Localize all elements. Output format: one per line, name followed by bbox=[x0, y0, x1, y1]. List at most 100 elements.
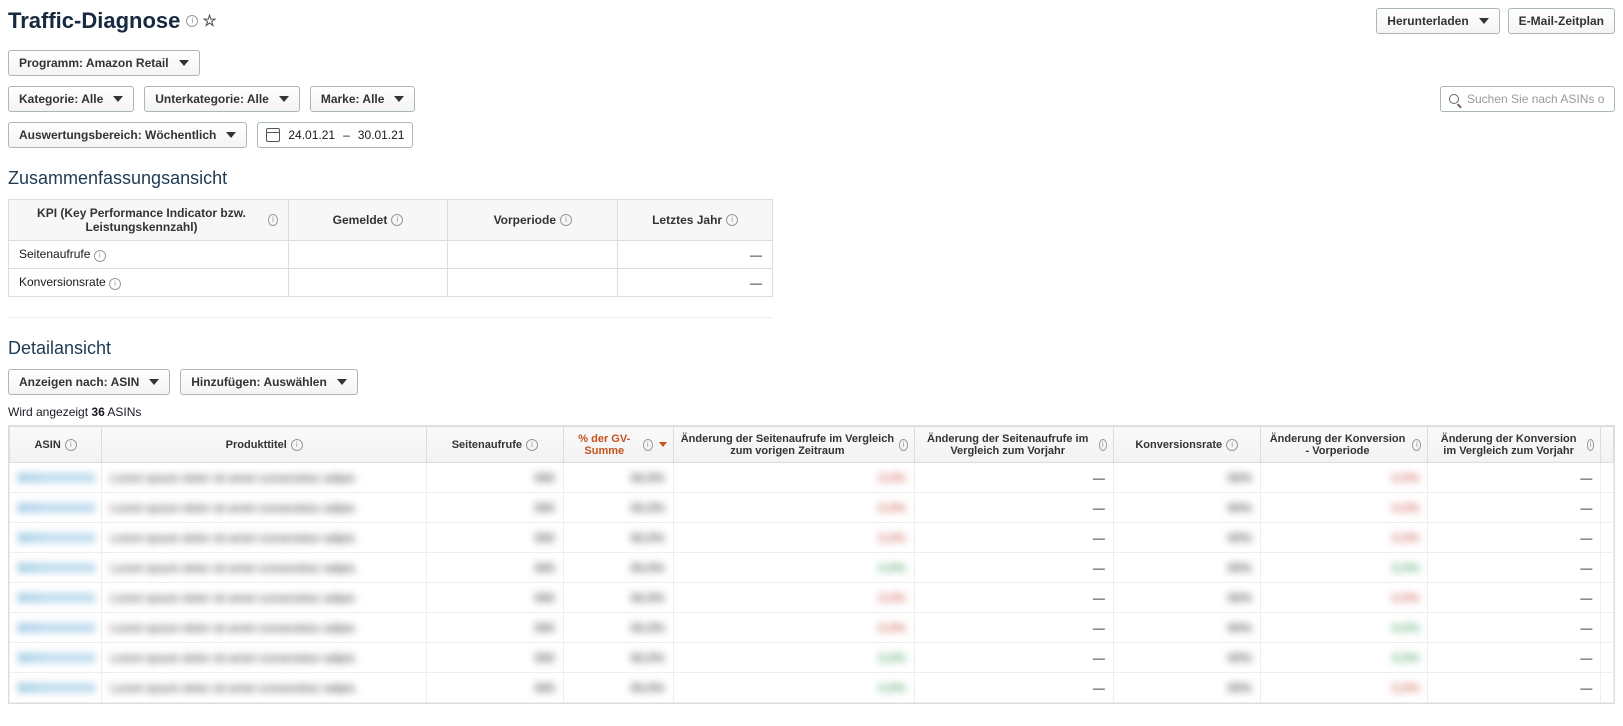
favorite-star-icon[interactable]: ☆ bbox=[202, 11, 216, 31]
cell-title: Lorem ipsum dolor sit amet consectetur a… bbox=[102, 673, 427, 703]
cell-views: 000 bbox=[427, 523, 563, 553]
search-box[interactable] bbox=[1440, 86, 1615, 112]
chevron-down-icon bbox=[149, 379, 159, 385]
info-icon[interactable] bbox=[726, 214, 738, 226]
cell-views: 000 bbox=[427, 643, 563, 673]
download-button-label: Herunterladen bbox=[1387, 14, 1468, 28]
cell-conv: 00% bbox=[1113, 553, 1260, 583]
cell-views: 000 bbox=[427, 553, 563, 583]
cell-views: 000 bbox=[427, 673, 563, 703]
cell-views: 000 bbox=[427, 463, 563, 493]
info-icon bbox=[643, 439, 653, 451]
reporting-range-filter[interactable]: Auswertungsbereich: Wöchentlich bbox=[8, 122, 247, 148]
cell-chg-yoy: — bbox=[914, 673, 1113, 703]
table-row[interactable]: B00XXXXXXXLorem ipsum dolor sit amet con… bbox=[10, 583, 1614, 613]
cell-conv-chg-prior: 0,0% bbox=[1260, 673, 1428, 703]
col-change-prior[interactable]: Änderung der Seitenaufrufe im Vergleich … bbox=[673, 427, 914, 463]
add-columns-filter[interactable]: Hinzufügen: Auswählen bbox=[180, 369, 358, 395]
email-schedule-button-label: E-Mail-Zeitplan bbox=[1519, 14, 1604, 28]
info-icon bbox=[291, 439, 303, 451]
cell-asin[interactable]: B00XXXXXXX bbox=[10, 583, 102, 613]
info-icon bbox=[65, 439, 77, 451]
show-by-filter[interactable]: Anzeigen nach: ASIN bbox=[8, 369, 170, 395]
cell-conv-chg-yoy: — bbox=[1428, 493, 1601, 523]
col-change-yoy[interactable]: Änderung der Seitenaufrufe im Vergleich … bbox=[914, 427, 1113, 463]
col-conversion[interactable]: Konversionsrate bbox=[1113, 427, 1260, 463]
cell-title: Lorem ipsum dolor sit amet consectetur a… bbox=[102, 583, 427, 613]
cell-title: Lorem ipsum dolor sit amet consectetur a… bbox=[102, 643, 427, 673]
row-count: Wird angezeigt 36 ASINs bbox=[8, 405, 1615, 419]
search-icon bbox=[1449, 94, 1459, 104]
table-row[interactable]: B00XXXXXXXLorem ipsum dolor sit amet con… bbox=[10, 493, 1614, 523]
page-title: Traffic-Diagnose ☆ bbox=[8, 8, 217, 34]
cell-pct: 00,0% bbox=[563, 463, 673, 493]
summary-row: Seitenaufrufe — bbox=[9, 241, 773, 269]
cell-pct: 00,0% bbox=[563, 673, 673, 703]
cell-title: Lorem ipsum dolor sit amet consectetur a… bbox=[102, 613, 427, 643]
table-row[interactable]: B00XXXXXXXLorem ipsum dolor sit amet con… bbox=[10, 673, 1614, 703]
email-schedule-button[interactable]: E-Mail-Zeitplan bbox=[1508, 8, 1615, 34]
col-conv-change-prior[interactable]: Änderung der Konversion - Vorperiode bbox=[1260, 427, 1428, 463]
info-icon[interactable] bbox=[186, 15, 198, 27]
search-input[interactable] bbox=[1465, 91, 1606, 107]
info-icon[interactable] bbox=[94, 250, 106, 262]
table-row[interactable]: B00XXXXXXXLorem ipsum dolor sit amet con… bbox=[10, 553, 1614, 583]
cell-conv-chg-prior: 0,0% bbox=[1260, 463, 1428, 493]
program-filter[interactable]: Programm: Amazon Retail bbox=[8, 50, 200, 76]
cell-chg-yoy: — bbox=[914, 493, 1113, 523]
cell-conv-chg-prior: 0,0% bbox=[1260, 643, 1428, 673]
subcategory-filter[interactable]: Unterkategorie: Alle bbox=[144, 86, 300, 112]
cell-asin[interactable]: B00XXXXXXX bbox=[10, 643, 102, 673]
cell-conv: 00% bbox=[1113, 643, 1260, 673]
download-button[interactable]: Herunterladen bbox=[1376, 8, 1499, 34]
col-producttitle[interactable]: Produkttitel bbox=[102, 427, 427, 463]
table-row[interactable]: B00XXXXXXXLorem ipsum dolor sit amet con… bbox=[10, 523, 1614, 553]
chevron-down-icon bbox=[113, 96, 123, 102]
info-icon[interactable] bbox=[268, 214, 278, 226]
table-row[interactable]: B00XXXXXXXLorem ipsum dolor sit amet con… bbox=[10, 613, 1614, 643]
cell-title: Lorem ipsum dolor sit amet consectetur a… bbox=[102, 523, 427, 553]
cell-asin[interactable]: B00XXXXXXX bbox=[10, 493, 102, 523]
summary-col-prior: Vorperiode bbox=[448, 200, 618, 241]
col-conv-change-yoy[interactable]: Änderung der Konversion im Vergleich zum… bbox=[1428, 427, 1601, 463]
date-range-picker[interactable]: 24.01.21 – 30.01.21 bbox=[257, 122, 413, 148]
cell-chg-yoy: — bbox=[914, 523, 1113, 553]
cell-conv-chg-prior: 0,0% bbox=[1260, 493, 1428, 523]
info-icon bbox=[1587, 439, 1595, 451]
cell-views: 000 bbox=[427, 613, 563, 643]
cell-chg-prior: 0,0% bbox=[673, 613, 914, 643]
cell-conv-chg-prior: 0,0% bbox=[1260, 613, 1428, 643]
col-pct-gv-total[interactable]: % der GV-Summe bbox=[563, 427, 673, 463]
cell-asin[interactable]: B00XXXXXXX bbox=[10, 613, 102, 643]
date-to: 30.01.21 bbox=[358, 128, 405, 142]
cell-conv: 00% bbox=[1113, 493, 1260, 523]
cell-views: 000 bbox=[427, 493, 563, 523]
col-asin[interactable]: ASIN bbox=[10, 427, 102, 463]
chevron-down-icon bbox=[337, 379, 347, 385]
cell-pct: 00,0% bbox=[563, 553, 673, 583]
cell-asin[interactable]: B00XXXXXXX bbox=[10, 553, 102, 583]
cell-conv-chg-yoy: — bbox=[1428, 673, 1601, 703]
cell-chg-prior: 0,0% bbox=[673, 553, 914, 583]
detail-title: Detailansicht bbox=[8, 338, 1615, 359]
cell-conv-chg-prior: 0,0% bbox=[1260, 553, 1428, 583]
category-filter[interactable]: Kategorie: Alle bbox=[8, 86, 134, 112]
info-icon[interactable] bbox=[391, 214, 403, 226]
info-icon[interactable] bbox=[109, 278, 121, 290]
cell-conv-chg-prior: 0,0% bbox=[1260, 583, 1428, 613]
cell-chg-prior: 0,0% bbox=[673, 583, 914, 613]
cell-chg-prior: 0,0% bbox=[673, 523, 914, 553]
summary-row: Konversionsrate — bbox=[9, 269, 773, 297]
table-row[interactable]: B00XXXXXXXLorem ipsum dolor sit amet con… bbox=[10, 463, 1614, 493]
cell-asin[interactable]: B00XXXXXXX bbox=[10, 463, 102, 493]
scrollbar-spacer bbox=[1601, 427, 1614, 463]
col-pageviews[interactable]: Seitenaufrufe bbox=[427, 427, 563, 463]
cell-asin[interactable]: B00XXXXXXX bbox=[10, 523, 102, 553]
cell-asin[interactable]: B00XXXXXXX bbox=[10, 673, 102, 703]
table-row[interactable]: B00XXXXXXXLorem ipsum dolor sit amet con… bbox=[10, 643, 1614, 673]
info-icon[interactable] bbox=[560, 214, 572, 226]
cell-pct: 00,0% bbox=[563, 523, 673, 553]
info-icon bbox=[526, 439, 538, 451]
chevron-down-icon bbox=[1479, 18, 1489, 24]
brand-filter[interactable]: Marke: Alle bbox=[310, 86, 416, 112]
